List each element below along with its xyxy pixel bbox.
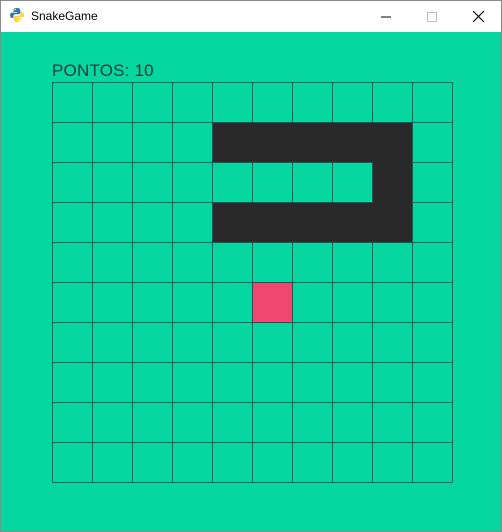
- snake-segment: [292, 122, 333, 163]
- close-icon: [472, 11, 484, 22]
- python-icon: [10, 8, 24, 22]
- game-canvas[interactable]: PONTOS: 10: [1, 32, 501, 531]
- snake-segment: [212, 122, 253, 163]
- food-block: [252, 282, 293, 323]
- snake-segment: [212, 202, 253, 243]
- snake-segment: [372, 122, 413, 163]
- maximize-icon: [427, 11, 437, 22]
- score-label: PONTOS: 10: [52, 61, 154, 80]
- close-button[interactable]: [455, 1, 501, 32]
- maximize-button[interactable]: [409, 1, 455, 32]
- snake-segment: [292, 202, 333, 243]
- title-bar[interactable]: SnakeGame: [1, 1, 501, 32]
- game-window: SnakeGame PONTOS: 10: [0, 0, 502, 532]
- snake-segment: [252, 122, 293, 163]
- minimize-icon: [381, 16, 391, 17]
- minimize-button[interactable]: [363, 1, 409, 32]
- game-board[interactable]: [52, 82, 453, 483]
- snake-segment: [372, 202, 413, 243]
- snake-segment: [332, 122, 373, 163]
- window-title: SnakeGame: [31, 9, 98, 23]
- snake-segment: [332, 202, 373, 243]
- snake-segment: [252, 202, 293, 243]
- snake-segment: [372, 162, 413, 203]
